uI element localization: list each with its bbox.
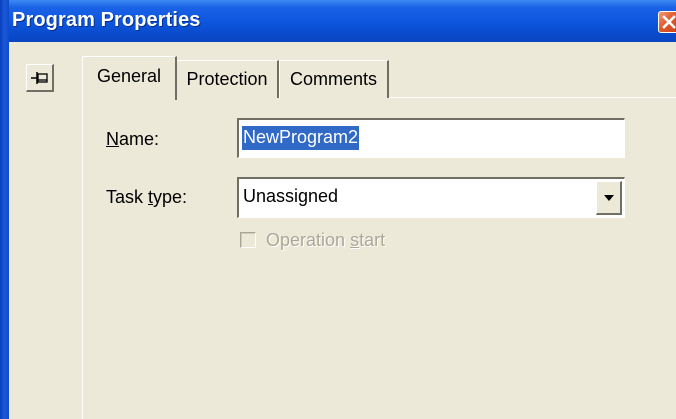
tab-comments[interactable]: Comments	[279, 60, 389, 98]
name-input-value: NewProgram2	[242, 126, 360, 150]
window-title: Program Properties	[12, 9, 201, 31]
task-type-label: Task type:	[106, 187, 188, 207]
close-icon	[662, 15, 676, 29]
chevron-down-icon	[604, 195, 614, 201]
tab-comments-label: Comments	[289, 69, 378, 89]
tab-general[interactable]: General	[82, 56, 177, 100]
tab-protection-label: Protection	[186, 69, 268, 89]
task-type-select[interactable]: Unassigned	[237, 177, 625, 218]
task-type-dropdown-button[interactable]	[596, 181, 622, 215]
name-input[interactable]: NewProgram2	[237, 118, 625, 158]
name-label: Name:	[106, 129, 160, 149]
tab-general-label: General	[96, 66, 162, 86]
program-properties-dialog: Program Properties General Protection Co…	[0, 0, 676, 419]
window-frame-left	[0, 0, 9, 419]
operation-start-label[interactable]: Operation start	[266, 230, 385, 251]
close-button[interactable]	[658, 11, 676, 33]
tab-protection[interactable]: Protection	[176, 60, 279, 98]
title-bar[interactable]: Program Properties	[0, 0, 676, 42]
task-type-value: Unassigned	[243, 186, 339, 206]
operation-start-checkbox[interactable]	[240, 232, 256, 248]
pin-icon	[31, 72, 48, 84]
pin-button[interactable]	[26, 64, 54, 92]
